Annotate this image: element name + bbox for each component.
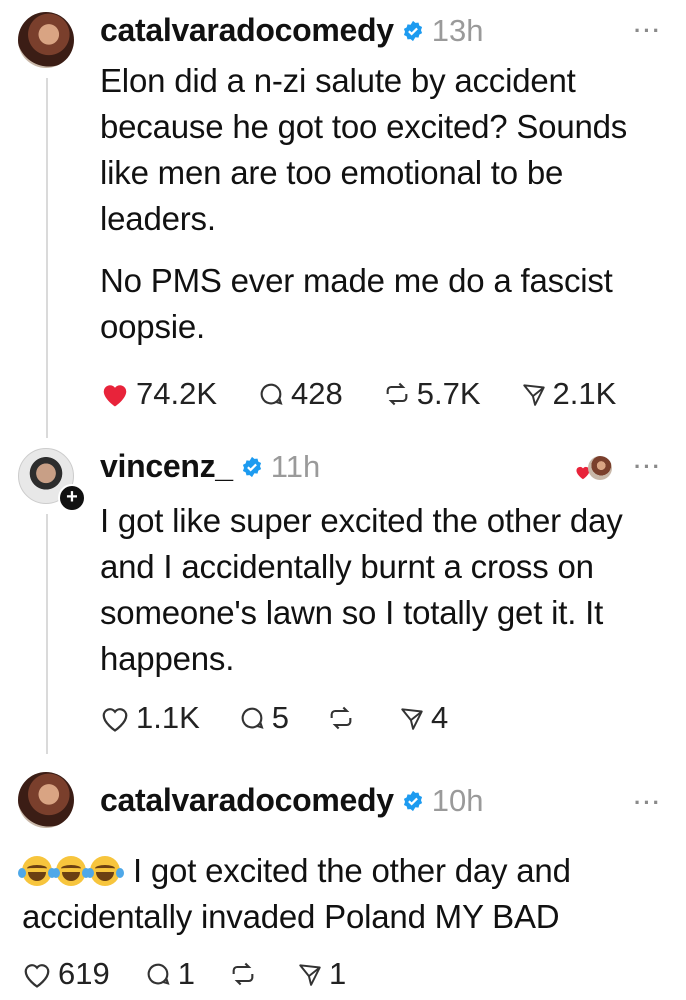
share-button[interactable]: 2.1K [521,376,617,412]
avatar[interactable] [18,772,74,828]
post-paragraph: Elon did a n-zi salute by accident becau… [100,62,628,237]
comment-count: 428 [291,376,343,411]
post-body: Elon did a n-zi salute by accident becau… [100,58,670,350]
action-bar: 74.2K 428 5.7K 2.1K [100,376,616,412]
like-count: 1.1K [136,700,200,735]
share-count: 4 [431,700,449,735]
repost-icon [232,962,254,986]
post-header: vincenz_ 11h [100,448,320,485]
username[interactable]: vincenz_ [100,448,233,485]
action-bar: 1.1K 5 4 [100,700,448,736]
verified-badge-icon [403,790,422,811]
comment-button[interactable]: 1 [144,956,195,992]
like-button[interactable]: 619 [22,956,110,992]
avatar[interactable] [18,12,74,68]
post-body: I got like super excited the other day a… [100,502,623,677]
face-with-tears-of-joy-icon [18,856,56,886]
post-body: I got excited the other day and accident… [18,848,672,940]
share-button[interactable]: 4 [399,700,448,736]
comment-count: 1 [177,956,195,991]
share-count: 2.1K [552,376,617,411]
timestamp: 13h [431,12,484,48]
liked-by-author-indicator [574,456,614,484]
post-header: catalvaradocomedy 13h [100,12,483,49]
thread-line [46,514,48,754]
like-button[interactable]: 74.2K [100,376,217,412]
mini-avatar [588,456,612,480]
repost-icon [386,382,408,406]
comment-icon [241,707,264,729]
comment-icon [147,963,170,985]
like-count: 74.2K [136,376,218,411]
timestamp: 10h [431,782,484,818]
share-count: 1 [328,956,347,991]
post-header: catalvaradocomedy 10h [100,782,483,819]
share-button[interactable]: 1 [297,956,346,992]
like-button[interactable]: 1.1K [100,700,200,736]
face-with-tears-of-joy-icon [52,856,90,886]
post-paragraph: No PMS ever made me do a fascist oopsie. [100,262,613,345]
comment-button[interactable]: 5 [238,700,289,736]
action-bar: 619 1 1 [22,956,346,992]
share-icon [299,964,321,986]
username[interactable]: catalvaradocomedy [100,782,394,819]
repost-button[interactable] [327,700,361,736]
thread-line [46,78,48,438]
verified-badge-icon [403,20,422,41]
heart-outline-icon [102,708,128,732]
follow-plus-icon[interactable]: + [58,484,86,512]
repost-icon [330,706,352,730]
repost-count: 5.7K [416,376,481,411]
share-icon [401,708,423,730]
more-options-icon[interactable]: ··· [634,790,662,816]
verified-badge-icon [242,456,261,477]
username[interactable]: catalvaradocomedy [100,12,394,49]
more-options-icon[interactable]: ··· [634,454,662,480]
timestamp: 11h [270,448,321,484]
repost-button[interactable]: 5.7K [383,376,481,412]
face-with-tears-of-joy-icon [86,856,124,886]
heart-outline-icon [24,964,50,988]
share-icon [522,384,545,406]
more-options-icon[interactable]: ··· [634,18,662,44]
like-count: 619 [58,956,110,991]
comment-button[interactable]: 428 [257,376,343,412]
repost-button[interactable] [229,956,263,992]
comment-count: 5 [271,700,290,735]
comment-icon [260,383,283,405]
heart-filled-icon [103,385,127,407]
